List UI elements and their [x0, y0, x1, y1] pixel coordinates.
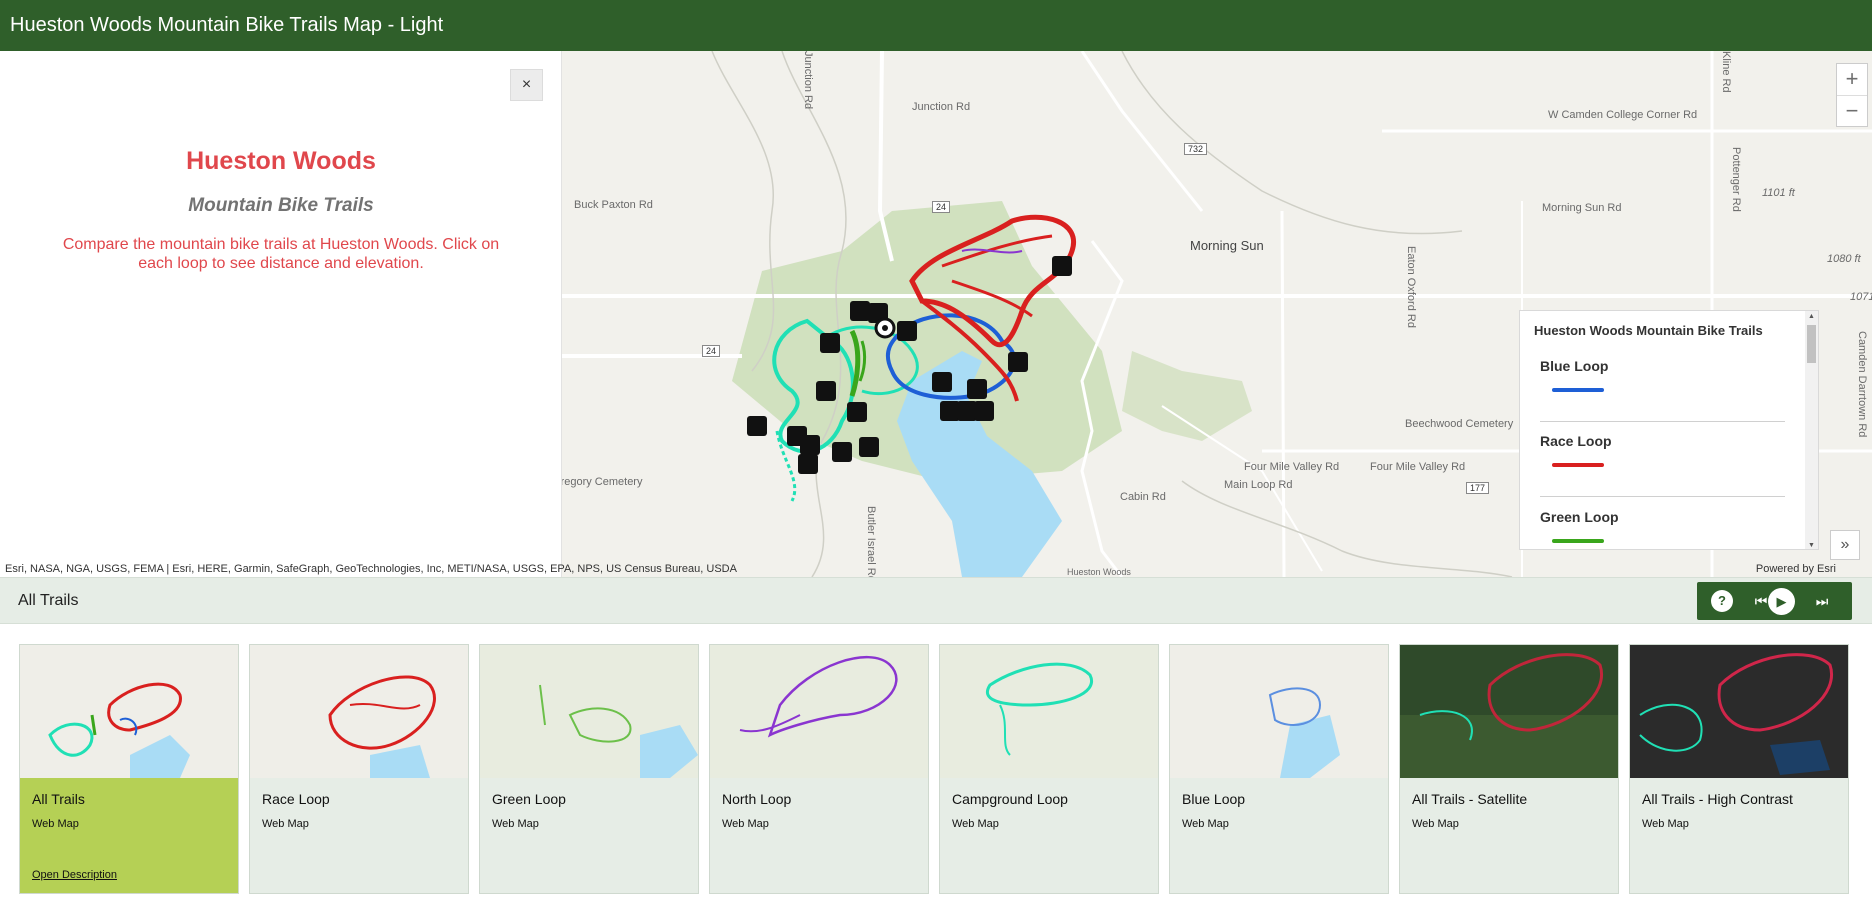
card-title: Green Loop	[492, 791, 566, 807]
label-morning-sun: Morning Sun	[1190, 238, 1264, 253]
powered-by-esri[interactable]: Powered by Esri	[1756, 561, 1836, 577]
card-thumbnail	[1630, 645, 1848, 778]
label-four-mile-2: Four Mile Valley Rd	[1244, 461, 1340, 473]
card-all-trails-high-contrast[interactable]: All Trails - High Contrast Web Map	[1629, 644, 1849, 894]
card-thumbnail	[250, 645, 468, 778]
label-camden-darrtown: Camden Darrtown Rd	[1856, 331, 1868, 438]
label-elev-1071: 1071	[1850, 291, 1872, 303]
legend-scrollbar[interactable]: ▲ ▼	[1805, 311, 1818, 549]
open-description-link[interactable]: Open Description	[32, 869, 117, 881]
legend-item-green-loop: Green Loop	[1540, 509, 1785, 543]
label-buck-paxton: Buck Paxton Rd	[574, 199, 653, 211]
description-title: Hueston Woods	[186, 147, 376, 175]
legend-item-blue-loop: Blue Loop	[1540, 358, 1785, 392]
card-thumbnail	[1170, 645, 1388, 778]
legend-label: Green Loop	[1540, 509, 1619, 525]
legend-item-race-loop: Race Loop	[1540, 433, 1785, 467]
legend-swatch	[1552, 463, 1604, 467]
label-pottenger: Pottenger Rd	[1730, 147, 1742, 212]
route-24-shield: 24	[932, 201, 951, 213]
current-tab-title: All Trails	[18, 592, 79, 609]
label-main-loop: Main Loop Rd	[1224, 479, 1293, 491]
legend-title: Hueston Woods Mountain Bike Trails	[1534, 323, 1763, 338]
close-button[interactable]: ×	[510, 69, 543, 101]
card-campground-loop[interactable]: Campground Loop Web Map	[939, 644, 1159, 894]
app-header: Hueston Woods Mountain Bike Trails Map -…	[0, 0, 1872, 51]
scroll-thumb[interactable]	[1807, 325, 1816, 363]
legend-divider	[1540, 421, 1785, 422]
card-all-trails[interactable]: All Trails Web Map Open Description	[19, 644, 239, 894]
card-green-loop[interactable]: Green Loop Web Map	[479, 644, 699, 894]
card-subtitle: Web Map	[1182, 818, 1229, 830]
map-legend[interactable]: Hueston Woods Mountain Bike Trails Blue …	[1519, 310, 1819, 550]
playback-controls: ? ⏮ ▶ ⏭	[1697, 582, 1852, 620]
card-subtitle: Web Map	[262, 818, 309, 830]
label-w-camden: W Camden College Corner Rd	[1548, 109, 1698, 121]
attribution-text: Esri, NASA, NGA, USGS, FEMA | Esri, HERE…	[5, 563, 737, 575]
label-junction-rd-v: Junction Rd	[802, 51, 814, 110]
legend-label: Race Loop	[1540, 433, 1612, 449]
card-title: North Loop	[722, 791, 792, 807]
legend-swatch	[1552, 388, 1604, 392]
card-subtitle: Web Map	[492, 818, 539, 830]
zoom-control: + −	[1836, 63, 1868, 127]
map-view[interactable]: Junction Rd W Camden College Corner Rd B…	[562, 51, 1872, 577]
route-24-shield-2: 24	[702, 345, 721, 357]
card-all-trails-satellite[interactable]: All Trails - Satellite Web Map	[1399, 644, 1619, 894]
description-subtitle: Mountain Bike Trails	[188, 195, 374, 216]
route-177-shield: 177	[1466, 482, 1490, 494]
card-title: Campground Loop	[952, 791, 1068, 807]
scroll-down-icon[interactable]: ▼	[1808, 542, 1815, 549]
card-title: Race Loop	[262, 791, 330, 807]
card-thumbnail	[480, 645, 698, 778]
play-icon[interactable]: ▶	[1768, 588, 1795, 615]
label-four-mile: Four Mile Valley Rd	[1370, 461, 1466, 473]
card-title: All Trails - High Contrast	[1642, 791, 1793, 807]
label-elev-1080: 1080 ft	[1827, 253, 1861, 265]
scroll-up-icon[interactable]: ▲	[1808, 313, 1815, 320]
label-elev-1101: 1101 ft	[1762, 187, 1795, 199]
story-tab-bar: All Trails ? ⏮ ▶ ⏭	[0, 577, 1872, 624]
help-icon[interactable]: ?	[1711, 590, 1733, 612]
card-blue-loop[interactable]: Blue Loop Web Map	[1169, 644, 1389, 894]
card-title: All Trails - Satellite	[1412, 791, 1528, 807]
route-732-shield: 732	[1184, 143, 1208, 155]
label-cabin-rd: Cabin Rd	[1120, 491, 1166, 503]
card-subtitle: Web Map	[32, 818, 79, 830]
card-north-loop[interactable]: North Loop Web Map	[709, 644, 929, 894]
description-body: Compare the mountain bike trails at Hues…	[62, 236, 500, 272]
label-gregory: Gregory Cemetery	[562, 476, 643, 488]
legend-swatch	[1552, 539, 1604, 543]
label-beechwood: Beechwood Cemetery	[1405, 418, 1514, 430]
zoom-out-button[interactable]: −	[1837, 95, 1867, 126]
card-subtitle: Web Map	[1412, 818, 1459, 830]
label-morning-sun-rd: Morning Sun Rd	[1542, 202, 1622, 214]
card-subtitle: Web Map	[1642, 818, 1689, 830]
card-thumbnail	[710, 645, 928, 778]
legend-divider	[1540, 496, 1785, 497]
card-thumbnail	[1400, 645, 1618, 778]
description-panel: × Hueston Woods Mountain Bike Trails Com…	[0, 51, 562, 577]
card-title: All Trails	[32, 791, 85, 807]
card-subtitle: Web Map	[952, 818, 999, 830]
card-title: Blue Loop	[1182, 791, 1246, 807]
label-junction-rd: Junction Rd	[912, 101, 971, 113]
card-thumbnail	[20, 645, 238, 778]
expand-legend-icon[interactable]: »	[1830, 530, 1860, 560]
map-gallery: All Trails Web Map Open Description Race…	[0, 624, 1872, 911]
legend-label: Blue Loop	[1540, 358, 1609, 374]
app-title: Hueston Woods Mountain Bike Trails Map -…	[10, 14, 444, 36]
card-thumbnail	[940, 645, 1158, 778]
next-icon[interactable]: ⏭	[1811, 590, 1833, 612]
label-eaton-oxford: Eaton Oxford Rd	[1405, 246, 1417, 328]
card-subtitle: Web Map	[722, 818, 769, 830]
label-kline: Kline Rd	[1720, 51, 1732, 93]
card-race-loop[interactable]: Race Loop Web Map	[249, 644, 469, 894]
map-attribution: Esri, NASA, NGA, USGS, FEMA | Esri, HERE…	[0, 561, 1872, 577]
zoom-in-button[interactable]: +	[1837, 64, 1867, 95]
